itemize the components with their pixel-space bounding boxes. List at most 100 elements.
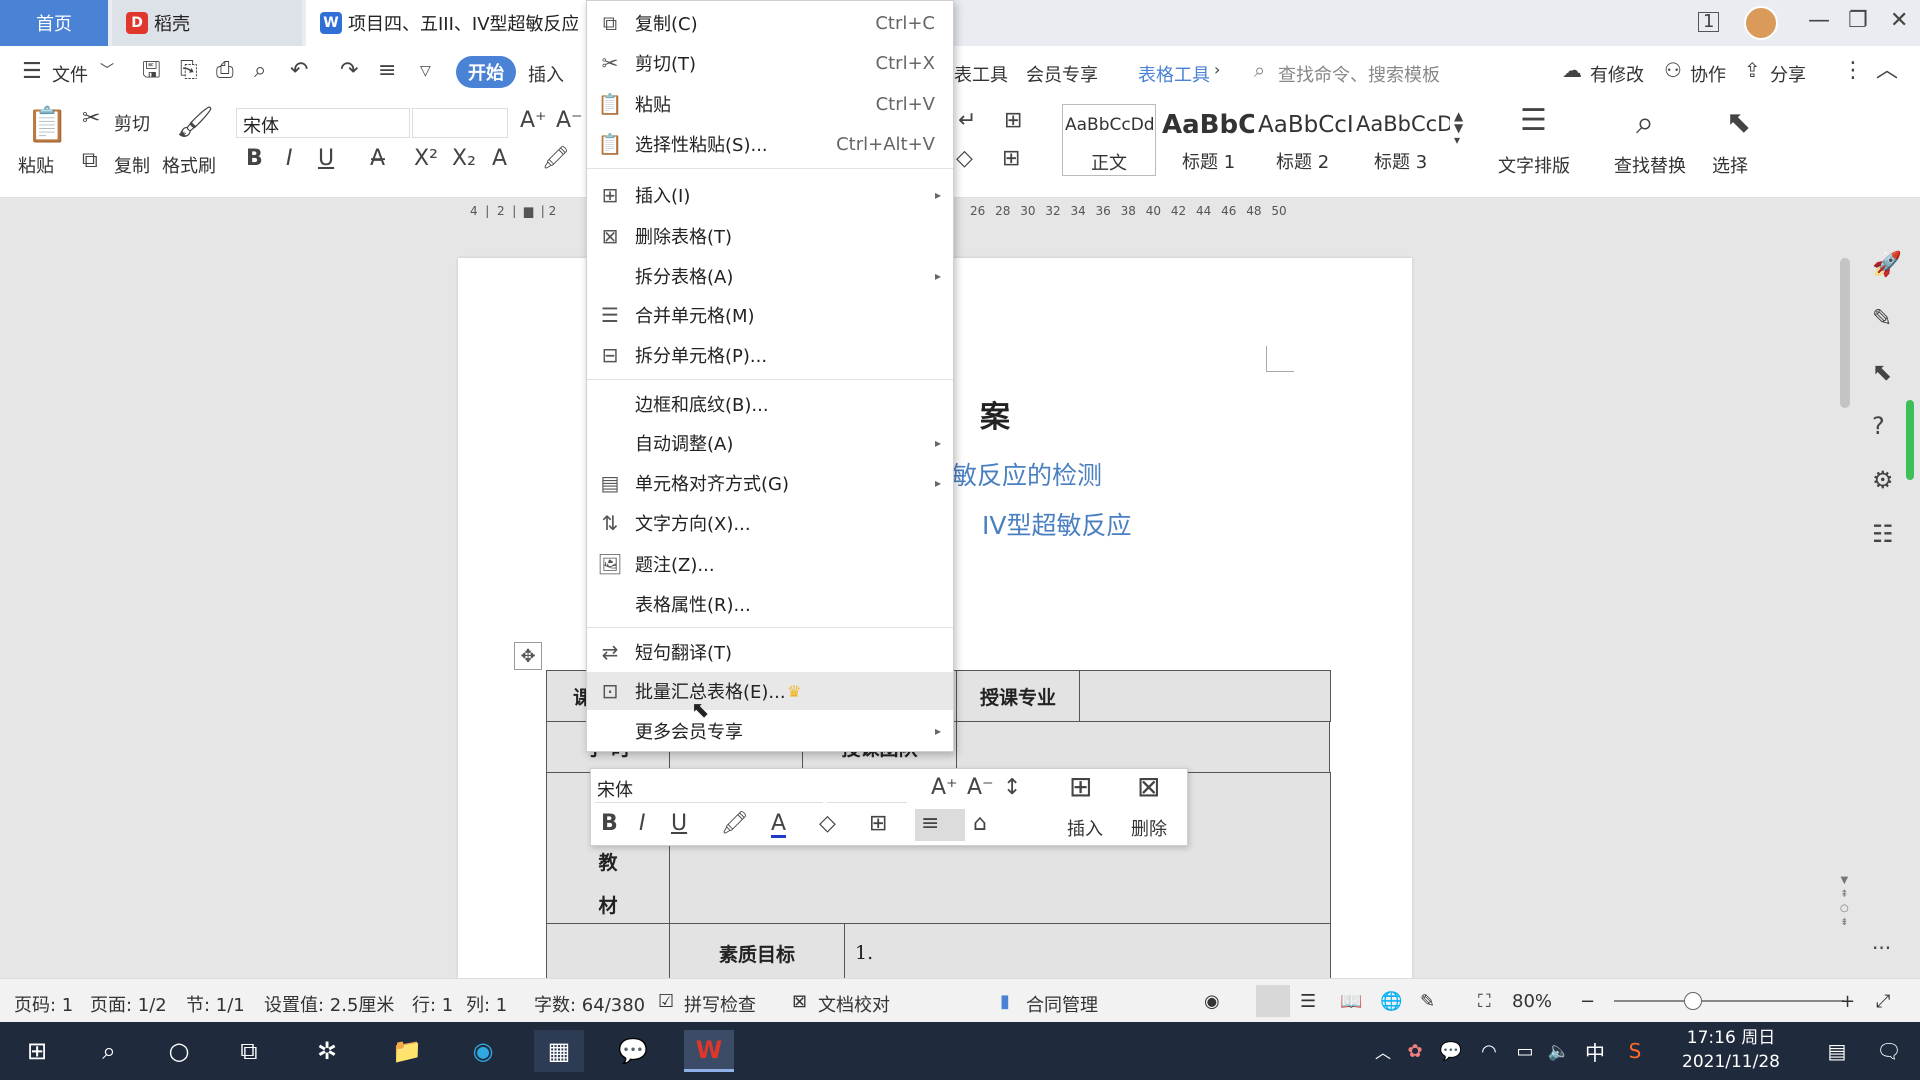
notes-icon[interactable]: ▤ [1812, 1030, 1862, 1072]
menu-item-insert[interactable]: ⊞ 插入(I) ▸ [587, 176, 953, 214]
format-painter-icon[interactable]: 🖌 [176, 108, 214, 138]
help-icon[interactable]: ? [1872, 412, 1885, 440]
tab-member[interactable]: 会员专享 [1026, 61, 1098, 87]
status-page-number[interactable]: 页码: 1 [14, 991, 73, 1017]
menu-item-caption[interactable]: 🖼 题注(Z)... [587, 545, 953, 583]
app-pinwheel-icon[interactable]: ✲ [302, 1030, 352, 1072]
table-cell-quality[interactable]: 素质目标 [669, 923, 845, 983]
windows-start-icon[interactable]: ⊞ [12, 1030, 62, 1072]
paste-button[interactable]: 粘贴 [18, 152, 54, 178]
rocket-icon[interactable]: 🚀 [1872, 250, 1902, 278]
menu-item-translate[interactable]: ⇄ 短句翻译(T) [587, 633, 953, 671]
collapse-ribbon-icon[interactable]: ︿ [1876, 60, 1898, 82]
fit-page-icon[interactable]: ⛶ [1478, 991, 1491, 1012]
table-move-handle-icon[interactable]: ✥ [514, 642, 542, 670]
status-column[interactable]: 列: 1 [466, 991, 507, 1017]
grow-font-icon[interactable]: A⁺ [520, 110, 547, 132]
paste-icon[interactable]: 📋 [26, 108, 68, 142]
collab-button[interactable]: 协作 [1690, 61, 1726, 87]
scissors-icon[interactable]: ✂ [82, 108, 100, 130]
style-normal[interactable]: AaBbCcDd 正文 [1062, 104, 1156, 176]
table-delete-icon[interactable]: ⊠ [1137, 773, 1160, 801]
notification-icon[interactable]: 🗨 [1864, 1030, 1914, 1072]
find-replace-icon[interactable]: ⌕ [1636, 106, 1654, 138]
export-icon[interactable]: ⎘ [180, 60, 198, 82]
font-size-select[interactable] [412, 108, 508, 138]
highlight-icon[interactable]: 🖍 [721, 813, 749, 835]
doc-heading[interactable]: 案 [980, 392, 1010, 436]
italic-icon[interactable]: I [639, 813, 646, 835]
avatar[interactable] [1744, 6, 1778, 40]
edge-icon[interactable]: ◉ [458, 1030, 508, 1072]
select-icon[interactable]: ⬉ [1726, 108, 1751, 138]
tab-start[interactable]: 开始 [456, 56, 516, 88]
align-icon[interactable]: ≡ [378, 60, 396, 82]
menu-item-copy[interactable]: ⧉ 复制(C) Ctrl+C [587, 4, 953, 42]
border-icon[interactable]: ⊞ [869, 813, 887, 835]
contract-icon[interactable]: ▮ [1000, 991, 1010, 1012]
wechat-icon[interactable]: 💬 [608, 1030, 658, 1072]
highlight-icon[interactable]: 🖍 [542, 148, 570, 170]
line-spacing-icon[interactable]: ↵ [958, 110, 976, 132]
redo-icon[interactable]: ↷ [340, 60, 358, 82]
eye-icon[interactable]: ◉ [1204, 991, 1220, 1012]
write-view-icon[interactable]: ✎ [1420, 991, 1435, 1012]
style-heading-3[interactable]: AaBbCcDc 标题 3 [1354, 104, 1450, 176]
format-painter-button[interactable]: 格式刷 [162, 152, 216, 178]
cortana-icon[interactable]: ○ [154, 1030, 204, 1072]
more-icon[interactable]: ··· [1872, 936, 1891, 960]
pen-icon[interactable]: ✎ [1872, 304, 1892, 332]
zoom-out-icon[interactable]: − [1580, 991, 1595, 1012]
underline-icon[interactable]: U [671, 813, 687, 835]
menu-item-table-properties[interactable]: 表格属性(R)... [587, 585, 953, 623]
grow-font-icon[interactable]: A⁺ [931, 777, 958, 799]
underline-icon[interactable]: U [318, 148, 334, 170]
spell-check-icon[interactable]: ☑ [658, 991, 674, 1012]
page-nav-icon[interactable]: ▼ ⇞ ○ ⇟ [1840, 874, 1849, 930]
align-icon[interactable]: ≡ [921, 813, 939, 835]
cut-button[interactable]: 剪切 [114, 110, 150, 136]
style-heading-1[interactable]: AaBbC 标题 1 [1160, 104, 1254, 176]
undo-icon[interactable]: ↶ [290, 60, 308, 82]
zoom-in-icon[interactable]: + [1840, 991, 1855, 1012]
web-view-icon[interactable]: 🌐 [1380, 991, 1402, 1012]
restore-icon[interactable]: ❐ [1848, 10, 1868, 32]
line-spacing-icon[interactable]: ↕ [1003, 777, 1021, 799]
file-menu[interactable]: 文件 [52, 61, 88, 87]
settings-icon[interactable]: ☷ [1872, 520, 1894, 548]
menu-item-merge-cells[interactable]: ☰ 合并单元格(M) [587, 296, 953, 334]
page-view-icon[interactable] [1256, 985, 1290, 1017]
tab-table-tools[interactable]: 表格工具 [1138, 61, 1210, 87]
shrink-font-icon[interactable]: A⁻ [967, 777, 994, 799]
font-color-icon[interactable]: A [771, 813, 787, 838]
menu-item-paste-special[interactable]: 📋 选择性粘贴(S)... Ctrl+Alt+V [587, 125, 953, 163]
spell-check-button[interactable]: 拼写检查 [684, 991, 756, 1017]
text-layout-icon[interactable]: ☰ [1520, 106, 1547, 136]
modified-status[interactable]: 有修改 [1590, 61, 1644, 87]
task-view-icon[interactable]: ⧉ [224, 1030, 274, 1072]
menu-item-cell-alignment[interactable]: ▤ 单元格对齐方式(G) ▸ [587, 464, 953, 502]
fullscreen-icon[interactable]: ⤢ [1876, 991, 1890, 1012]
copy-button[interactable]: 复制 [114, 152, 150, 178]
print-preview-icon[interactable]: ⌕ [254, 60, 266, 82]
tab-document[interactable]: W 项目四、五III、IV型超敏反应 [306, 0, 596, 46]
shading-icon[interactable]: ◇ [956, 148, 973, 170]
italic-icon[interactable]: I [286, 148, 293, 170]
status-row[interactable]: 行: 1 [412, 991, 453, 1017]
vertical-scrollbar[interactable]: ▼ ⇞ ○ ⇟ [1836, 198, 1864, 978]
menu-item-split-cells[interactable]: ⊟ 拆分单元格(P)... [587, 336, 953, 374]
table-cell-major[interactable]: 授课专业 [956, 670, 1080, 722]
taskbar-search-icon[interactable]: ⌕ [84, 1030, 134, 1072]
proof-button[interactable]: 文档校对 [818, 991, 890, 1017]
text-layout-button[interactable]: 文字排版 [1498, 152, 1570, 178]
table-grid-icon[interactable]: ⊞ [1004, 110, 1022, 132]
menu-item-text-direction[interactable]: ⇅ 文字方向(X)... [587, 504, 953, 542]
outline-view-icon[interactable]: ☰ [1300, 991, 1316, 1012]
menu-item-autofit[interactable]: 自动调整(A) ▸ [587, 424, 953, 462]
superscript-icon[interactable]: X² [414, 148, 438, 170]
table-cell-major-value[interactable] [1079, 670, 1331, 722]
find-replace-button[interactable]: 查找替换 [1614, 152, 1686, 178]
mini-font-select[interactable]: 宋体 [595, 773, 823, 803]
shading-icon[interactable]: ◇ [819, 813, 836, 835]
mini-font-size-select[interactable] [827, 773, 907, 803]
